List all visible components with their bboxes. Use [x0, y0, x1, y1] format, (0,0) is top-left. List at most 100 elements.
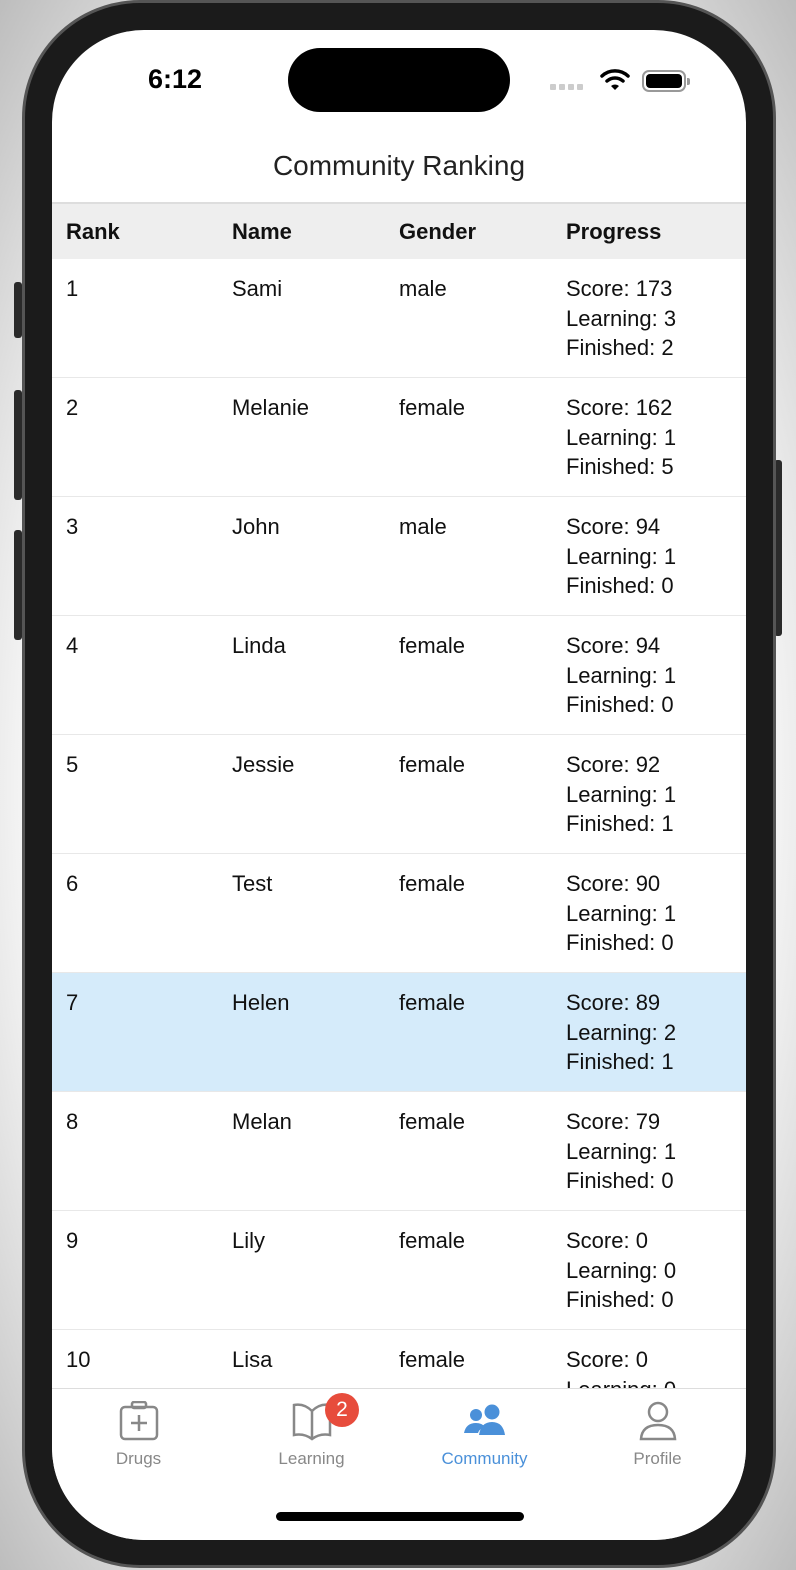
- table-row[interactable]: 9 Lily female Score: 0 Learning: 0 Finis…: [52, 1211, 746, 1330]
- name-cell: Lisa: [232, 1347, 273, 1372]
- tab-label: Community: [441, 1449, 528, 1468]
- score-text: Score: 94: [566, 633, 661, 658]
- learning-text: Learning: 1: [566, 1138, 677, 1164]
- learning-text: Learning: 3: [566, 305, 677, 331]
- table-row[interactable]: 1 Sami male Score: 173 Learning: 3 Finis…: [52, 259, 746, 378]
- score-text: Score: 90: [566, 871, 661, 896]
- learning-text: Learning: 2: [566, 1019, 677, 1045]
- table-row[interactable]: 6 Test female Score: 90 Learning: 1 Fini…: [52, 854, 746, 973]
- progress-cell: Score: 162 Learning: 1 Finished: 5: [566, 393, 676, 482]
- status-time: 6:12: [148, 64, 203, 94]
- finished-text: Finished: 2: [566, 335, 674, 361]
- table-header: Rank Name Gender Progress: [52, 202, 746, 259]
- learning-text: Learning: 1: [566, 662, 677, 688]
- progress-cell: Score: 79 Learning: 1 Finished: 0: [566, 1107, 676, 1196]
- finished-text: Finished: 0: [566, 1168, 674, 1194]
- gender-cell: male: [399, 276, 447, 301]
- learning-text: Learning: 1: [566, 424, 677, 450]
- table-row[interactable]: 7 Helen female Score: 89 Learning: 2 Fin…: [52, 973, 746, 1092]
- finished-text: Finished: 0: [566, 930, 674, 956]
- column-header-rank: Rank: [66, 219, 120, 244]
- rank-cell: 5: [66, 752, 79, 777]
- gender-cell: female: [399, 395, 466, 420]
- progress-cell: Score: 94 Learning: 1 Finished: 0: [566, 631, 676, 720]
- dynamic-island: [288, 48, 510, 112]
- progress-cell: Score: 173 Learning: 3 Finished: 2: [566, 274, 676, 363]
- person-icon: [639, 1401, 676, 1441]
- rank-cell: 1: [66, 276, 79, 301]
- gender-cell: female: [399, 871, 466, 896]
- score-text: Score: 89: [566, 990, 661, 1015]
- tab-learning[interactable]: 2 Learning: [225, 1389, 398, 1479]
- score-text: Score: 173: [566, 276, 673, 301]
- progress-cell: Score: 90 Learning: 1 Finished: 0: [566, 869, 676, 958]
- gender-cell: female: [399, 633, 466, 658]
- name-cell: Melanie: [232, 395, 310, 420]
- score-text: Score: 94: [566, 514, 661, 539]
- table-row[interactable]: 2 Melanie female Score: 162 Learning: 1 …: [52, 378, 746, 497]
- tab-community[interactable]: Community: [398, 1389, 571, 1479]
- ranking-list[interactable]: 1 Sami male Score: 173 Learning: 3 Finis…: [52, 259, 746, 1389]
- progress-cell: Score: 0 Learning: 0 Finished: 0: [566, 1226, 676, 1315]
- learning-text: Learning: 0: [566, 1257, 677, 1283]
- progress-cell: Score: 0 Learning: 0 Finished: 0: [566, 1345, 676, 1389]
- name-cell: Test: [232, 871, 273, 896]
- learning-text: Learning: 1: [566, 543, 677, 569]
- notification-badge: 2: [325, 1393, 359, 1427]
- finished-text: Finished: 1: [566, 811, 674, 837]
- column-header-progress: Progress: [566, 219, 662, 244]
- mute-switch: [14, 282, 22, 338]
- rank-cell: 10: [66, 1347, 91, 1372]
- progress-cell: Score: 94 Learning: 1 Finished: 0: [566, 512, 676, 601]
- column-header-name: Name: [232, 219, 292, 244]
- learning-text: Learning: 0: [566, 1375, 676, 1389]
- learning-text: Learning: 1: [566, 781, 677, 807]
- finished-text: Finished: 0: [566, 692, 674, 718]
- tab-label: Drugs: [115, 1449, 162, 1468]
- score-text: Score: 162: [566, 395, 673, 420]
- cellular-signal-icon: [550, 84, 583, 90]
- gender-cell: female: [399, 990, 466, 1015]
- name-cell: Jessie: [232, 752, 295, 777]
- wifi-icon: [600, 69, 630, 90]
- rank-cell: 8: [66, 1109, 79, 1134]
- rank-cell: 3: [66, 514, 79, 539]
- table-row[interactable]: 3 John male Score: 94 Learning: 1 Finish…: [52, 497, 746, 616]
- page-title: Community Ranking: [272, 150, 526, 181]
- rank-cell: 7: [66, 990, 79, 1015]
- column-header-gender: Gender: [399, 219, 477, 244]
- tab-label: Profile: [633, 1449, 682, 1468]
- score-text: Score: 92: [566, 752, 661, 777]
- name-cell: Lily: [232, 1228, 266, 1253]
- learning-text: Learning: 1: [566, 900, 677, 926]
- volume-up-button: [14, 390, 22, 500]
- rank-cell: 9: [66, 1228, 79, 1253]
- table-row[interactable]: 4 Linda female Score: 94 Learning: 1 Fin…: [52, 616, 746, 735]
- gender-cell: female: [399, 752, 466, 777]
- score-text: Score: 79: [566, 1109, 661, 1134]
- finished-text: Finished: 0: [566, 1287, 674, 1313]
- battery-icon: [642, 70, 690, 92]
- tab-drugs[interactable]: Drugs: [52, 1389, 225, 1479]
- people-icon: [463, 1404, 505, 1435]
- screen: 6:12 Community Ranking Rank Name Gender …: [52, 30, 746, 1540]
- rank-cell: 4: [66, 633, 79, 658]
- name-cell: John: [232, 514, 280, 539]
- rank-cell: 2: [66, 395, 79, 420]
- finished-text: Finished: 5: [566, 454, 674, 480]
- volume-down-button: [14, 530, 22, 640]
- rank-cell: 6: [66, 871, 79, 896]
- table-row[interactable]: 10 Lisa female Score: 0 Learning: 0 Fini…: [52, 1330, 746, 1389]
- tab-profile[interactable]: Profile: [571, 1389, 744, 1479]
- medical-kit-icon: [119, 1401, 158, 1441]
- name-cell: Helen: [232, 990, 290, 1015]
- score-text: Score: 0: [566, 1347, 648, 1372]
- home-indicator[interactable]: [276, 1512, 524, 1521]
- table-row[interactable]: 5 Jessie female Score: 92 Learning: 1 Fi…: [52, 735, 746, 854]
- tab-label: Learning: [278, 1449, 345, 1468]
- gender-cell: female: [399, 1347, 466, 1372]
- table-row[interactable]: 8 Melan female Score: 79 Learning: 1 Fin…: [52, 1092, 746, 1211]
- progress-cell: Score: 89 Learning: 2 Finished: 1: [566, 988, 676, 1077]
- score-text: Score: 0: [566, 1228, 648, 1253]
- name-cell: Linda: [232, 633, 286, 658]
